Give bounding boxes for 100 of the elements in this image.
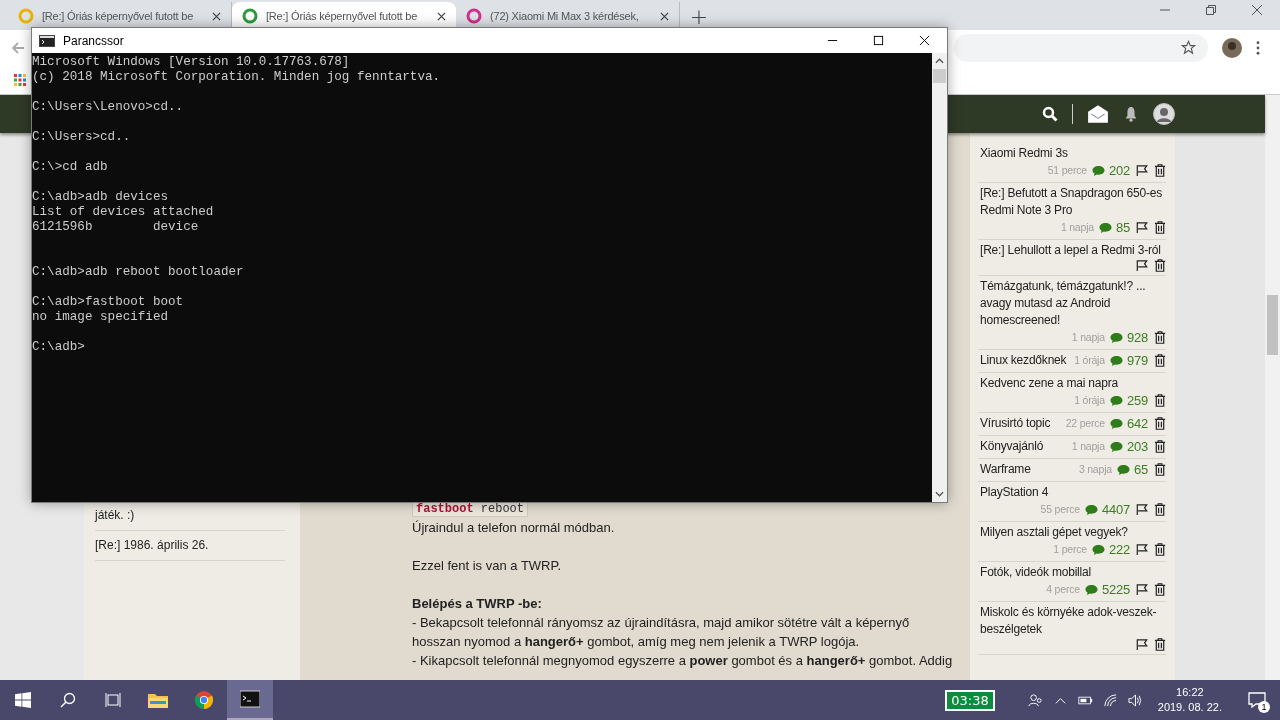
topic-link[interactable]: játék. :) [95,508,135,522]
flag-icon[interactable] [1136,221,1148,234]
console-line: C:\adb>adb devices [32,190,170,205]
topic-link[interactable]: Témázgatunk, témázgatunk!? ... avagy mutasd az Android homescreened! [980,278,1166,329]
topic-link[interactable]: PlayStation 4 [980,484,1049,501]
post-time: 1 órája [1074,393,1105,408]
avatar-icon[interactable] [1222,37,1242,58]
window-title: Parancssor [63,33,124,48]
volume-icon[interactable] [1127,692,1143,708]
people-icon[interactable] [1027,692,1043,708]
task-view-icon[interactable] [105,692,121,708]
comment-icon [1116,463,1130,476]
post-time: 22 perce [1065,416,1105,431]
trash-icon[interactable] [1154,164,1166,177]
trash-icon[interactable] [1154,259,1166,272]
trash-icon[interactable] [1154,440,1166,453]
topic-link[interactable]: [Re:] Befutott a Snapdragon 650-es Redmi Note 3 Pro [980,185,1166,219]
comment-icon [1084,583,1098,596]
notification-count: 1 [1258,701,1270,713]
close-icon[interactable] [660,11,669,21]
comment-icon [1109,394,1123,407]
terminal-icon[interactable] [240,690,260,708]
restore-icon[interactable] [1205,4,1217,16]
post-time: 4 perce [1046,582,1080,597]
close-icon[interactable] [437,11,446,21]
scroll-down-icon[interactable] [935,491,944,497]
browser-tab[interactable]: [Re:] Óriás képernyővel futott be [232,2,456,30]
post-time: 1 órája [1074,353,1105,368]
topic-link[interactable]: [Re:] Lehullott a lepel a Redmi 3-ról [980,242,1161,259]
topic-link[interactable]: [Re:] 1986. április 26. [95,538,209,552]
console-line: C:\Users\Lenovo>cd.. [32,100,185,115]
console-line: 6121596b device [32,220,200,235]
comment-count: 4407 [1101,501,1130,518]
trash-icon[interactable] [1154,394,1166,407]
comment-count: 222 [1108,541,1130,558]
topic-link[interactable]: Linux kezdőknek [980,352,1067,369]
topic-link[interactable]: Milyen asztali gépet vegyek? [980,524,1128,541]
scroll-up-icon[interactable] [935,58,944,64]
post-time: 1 napja [1060,220,1094,235]
post-time: 1 perce [1053,542,1087,557]
browser-icon[interactable] [194,691,214,709]
start-icon[interactable] [15,692,31,708]
topic-link[interactable]: Könyvajánló [980,438,1044,455]
comment-icon [1109,354,1123,367]
console-icon [39,34,55,47]
notification-icon[interactable] [1248,692,1266,708]
trash-icon[interactable] [1154,354,1166,367]
scrollbar[interactable] [932,53,947,502]
post-time: 1 napja [1071,330,1105,345]
console-line: C:\adb>adb reboot bootloader [32,265,245,280]
comment-count: 259 [1126,392,1148,409]
flag-icon[interactable] [1136,638,1148,651]
trash-icon[interactable] [1154,638,1166,651]
flag-icon[interactable] [1136,543,1148,556]
scroll-thumb[interactable] [933,69,946,83]
flag-icon[interactable] [1136,164,1148,177]
clock-time[interactable]: 16:22 [1176,685,1204,700]
comment-count: 928 [1126,329,1148,346]
mail-icon[interactable] [1087,103,1109,125]
topic-link[interactable]: Vírusirtó topic [980,415,1051,432]
maximize-icon[interactable] [873,35,884,46]
close-icon[interactable] [919,35,930,46]
trash-icon[interactable] [1154,463,1166,476]
folder-icon[interactable] [148,691,168,709]
trash-icon[interactable] [1154,417,1166,430]
topic-link[interactable]: Miskolc és környéke adok-veszek-beszélgetek [980,604,1166,638]
console-line: C:\>cd adb [32,160,109,175]
comment-icon [1091,543,1105,556]
timer-widget[interactable]: 03:38 [945,689,995,711]
trash-icon[interactable] [1154,583,1166,596]
flag-icon[interactable] [1136,583,1148,596]
topic-link[interactable]: Fotók, videók mobillal [980,564,1091,581]
comment-count: 203 [1126,438,1148,455]
menu-icon[interactable] [1256,40,1260,55]
comment-icon [1098,221,1112,234]
article-text: Újraindul a telefon normál módban. [412,519,616,537]
article-text: Ezzel fent is van a TWRP. [412,557,563,575]
trash-icon[interactable] [1154,543,1166,556]
wifi-icon[interactable] [1102,692,1118,708]
search-icon[interactable] [1042,106,1058,122]
close-icon[interactable] [212,11,221,21]
trash-icon[interactable] [1154,221,1166,234]
bell-icon[interactable] [1123,106,1139,122]
comment-icon [1084,503,1098,516]
topic-link[interactable]: Warframe [980,461,1031,478]
flag-icon[interactable] [1136,503,1148,516]
topic-link[interactable]: Xiaomi Redmi 3s [980,145,1068,162]
search-icon[interactable] [60,692,76,708]
taskbar-app-button[interactable] [227,680,273,720]
scrollbar[interactable] [1265,95,1280,680]
apps-grid-icon[interactable] [14,73,26,86]
flag-icon[interactable] [1136,259,1148,272]
new-tab-button[interactable]: + [684,2,714,30]
clock-date[interactable]: 2019. 08. 22. [1157,700,1222,715]
star-icon[interactable] [1181,40,1196,55]
avatar-icon[interactable] [1153,103,1175,125]
trash-icon[interactable] [1154,503,1166,516]
trash-icon[interactable] [1154,331,1166,344]
notification-button[interactable]: 1 [1234,680,1280,720]
topic-link[interactable]: Kedvenc zene a mai napra [980,375,1118,392]
